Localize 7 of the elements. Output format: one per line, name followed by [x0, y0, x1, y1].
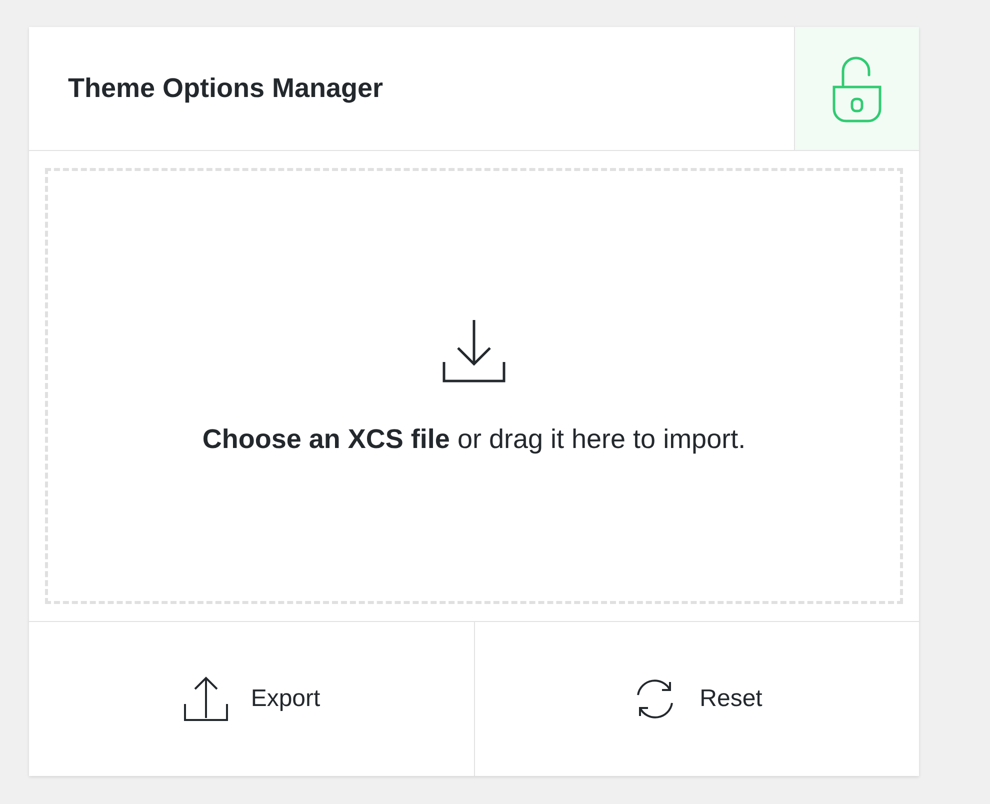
export-button[interactable]: Export [29, 622, 474, 776]
import-instructions: Choose an XCS file or drag it here to import. [202, 424, 746, 454]
download-icon [442, 318, 506, 384]
reset-button[interactable]: Reset [474, 622, 919, 776]
upload-icon [182, 676, 229, 722]
panel-title: Theme Options Manager [67, 72, 384, 105]
file-dropzone[interactable]: Choose an XCS file or drag it here to import. [45, 168, 903, 604]
